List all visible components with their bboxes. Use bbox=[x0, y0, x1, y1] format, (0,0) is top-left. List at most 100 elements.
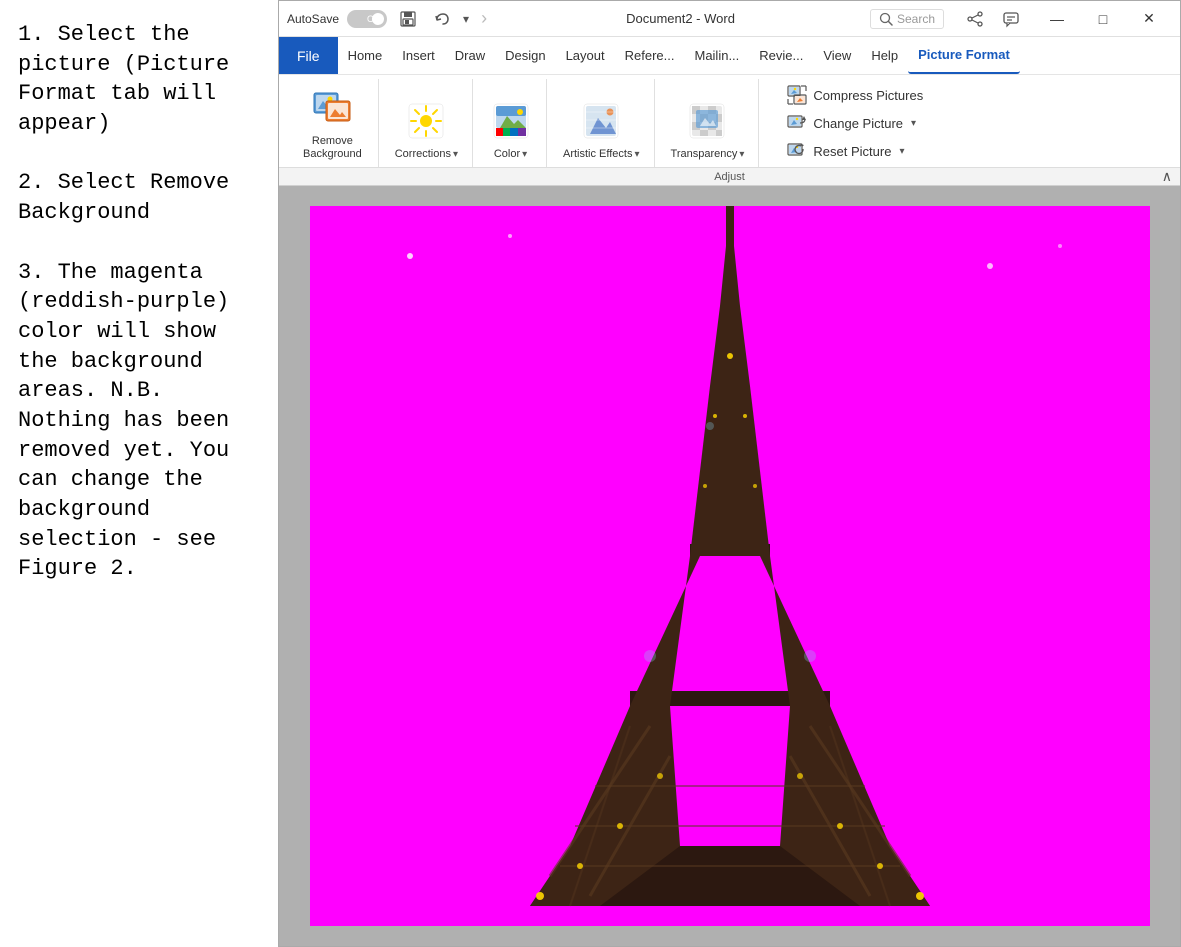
transparency-dropdown-row: Transparency ▾ bbox=[671, 148, 745, 161]
autosave-label: AutoSave bbox=[287, 12, 339, 26]
help-menu[interactable]: Help bbox=[861, 37, 908, 74]
corrections-group: Corrections ▾ bbox=[381, 79, 473, 167]
compress-pictures-icon bbox=[787, 85, 807, 105]
transparency-svg bbox=[688, 102, 726, 140]
word-window: AutoSave Off ▾ › Document2 - Word bbox=[278, 0, 1181, 947]
artistic-effects-icon bbox=[582, 102, 620, 145]
color-dropdown-arrow: ▾ bbox=[522, 149, 527, 160]
reset-picture-arrow: ▾ bbox=[899, 146, 904, 157]
remove-background-button[interactable]: Remove Background bbox=[295, 83, 370, 165]
corrections-button[interactable]: Corrections ▾ bbox=[389, 98, 464, 165]
remove-background-label: Remove Background bbox=[303, 135, 362, 161]
corrections-dropdown-arrow: ▾ bbox=[453, 149, 458, 160]
ribbon-toolbar: Remove Background bbox=[279, 75, 1180, 167]
menu-bar: File Home Insert Draw Design Layout Refe… bbox=[279, 37, 1180, 75]
design-menu[interactable]: Design bbox=[495, 37, 555, 74]
right-ribbon-group: Compress Pictures Change Picture ▾ bbox=[771, 79, 939, 167]
close-button[interactable]: ✕ bbox=[1126, 1, 1172, 37]
corrections-label: Corrections bbox=[395, 148, 451, 161]
transparency-button[interactable]: Transparency ▾ bbox=[665, 98, 751, 165]
collapse-btn-container: ∧ bbox=[877, 168, 1172, 185]
ribbon-section-label: Adjust bbox=[582, 171, 877, 183]
ribbon-buttons: Artistic Effects ▾ bbox=[557, 81, 646, 165]
autosave-toggle[interactable]: Off bbox=[347, 10, 387, 28]
corrections-svg bbox=[407, 102, 445, 140]
color-svg bbox=[492, 102, 530, 140]
window-controls: — □ ✕ bbox=[1034, 1, 1172, 37]
search-icon bbox=[879, 12, 893, 26]
transparency-group: Transparency ▾ bbox=[657, 79, 760, 167]
undo-dropdown[interactable]: ▾ bbox=[463, 12, 469, 26]
ribbon-collapse-bar: Adjust ∧ bbox=[279, 167, 1180, 185]
instruction-panel: 1. Select the picture (Picture Format ta… bbox=[0, 0, 278, 947]
doc-page bbox=[310, 206, 1150, 926]
view-menu[interactable]: View bbox=[813, 37, 861, 74]
draw-menu[interactable]: Draw bbox=[445, 37, 495, 74]
change-picture-button[interactable]: Change Picture ▾ bbox=[783, 111, 927, 135]
undo-button[interactable] bbox=[429, 6, 455, 32]
color-button[interactable]: Color ▾ bbox=[483, 98, 538, 165]
eiffel-tower-svg bbox=[310, 206, 1150, 926]
home-menu[interactable]: Home bbox=[338, 37, 393, 74]
remove-background-svg bbox=[312, 87, 352, 127]
transparency-icon bbox=[688, 102, 726, 145]
ribbon: File Home Insert Draw Design Layout Refe… bbox=[279, 37, 1180, 186]
mailings-menu[interactable]: Mailin... bbox=[684, 37, 749, 74]
toggle-knob bbox=[372, 13, 384, 25]
collapse-button[interactable]: ∧ bbox=[1162, 168, 1172, 185]
change-picture-arrow: ▾ bbox=[911, 118, 916, 129]
compress-pictures-button[interactable]: Compress Pictures bbox=[783, 83, 927, 107]
reset-picture-button[interactable]: Reset Picture ▾ bbox=[783, 139, 927, 163]
step-3: 3. The magenta (reddish-purple) color wi… bbox=[18, 258, 260, 585]
undo-icon bbox=[434, 11, 450, 27]
doc-title: Document2 - Word bbox=[499, 11, 862, 26]
corrections-icon bbox=[407, 102, 445, 145]
color-group: Color ▾ bbox=[475, 79, 547, 167]
references-menu[interactable]: Refere... bbox=[615, 37, 685, 74]
color-dropdown-row: Color ▾ bbox=[494, 148, 527, 161]
insert-menu[interactable]: Insert bbox=[392, 37, 445, 74]
separator: › bbox=[481, 8, 487, 29]
search-box[interactable]: Search bbox=[870, 9, 944, 29]
color-label: Color bbox=[494, 148, 520, 161]
ribbon-spacer bbox=[761, 79, 769, 167]
ribbon-buttons: Remove Background bbox=[295, 81, 370, 165]
color-icon bbox=[492, 102, 530, 145]
artistic-svg bbox=[582, 102, 620, 140]
image-container bbox=[310, 206, 1150, 926]
ribbon-buttons: Color ▾ bbox=[483, 81, 538, 165]
compress-pictures-label: Compress Pictures bbox=[813, 88, 923, 103]
reset-picture-label: Reset Picture bbox=[813, 144, 891, 159]
title-bar: AutoSave Off ▾ › Document2 - Word bbox=[279, 1, 1180, 37]
picture-format-menu[interactable]: Picture Format bbox=[908, 37, 1020, 74]
corrections-dropdown-row: Corrections ▾ bbox=[395, 148, 458, 161]
maximize-button[interactable]: □ bbox=[1080, 1, 1126, 37]
remove-background-group: Remove Background bbox=[287, 79, 379, 167]
doc-content bbox=[279, 186, 1180, 946]
artistic-effects-label: Artistic Effects bbox=[563, 148, 632, 161]
search-placeholder: Search bbox=[897, 12, 935, 26]
remove-background-icon bbox=[312, 87, 352, 132]
ribbon-buttons: Corrections ▾ bbox=[389, 81, 464, 165]
reset-picture-icon bbox=[787, 141, 807, 161]
comment-icon bbox=[1002, 10, 1020, 28]
change-picture-icon bbox=[787, 113, 807, 133]
layout-menu[interactable]: Layout bbox=[556, 37, 615, 74]
save-icon bbox=[400, 11, 416, 27]
share-area bbox=[960, 4, 1026, 34]
change-picture-label: Change Picture bbox=[813, 116, 903, 131]
transparency-label: Transparency bbox=[671, 148, 738, 161]
step-1: 1. Select the picture (Picture Format ta… bbox=[18, 20, 260, 139]
file-menu[interactable]: File bbox=[279, 37, 338, 74]
review-menu[interactable]: Revie... bbox=[749, 37, 813, 74]
minimize-button[interactable]: — bbox=[1034, 1, 1080, 37]
save-button[interactable] bbox=[395, 6, 421, 32]
share-icon bbox=[966, 10, 984, 28]
transparency-dropdown-arrow: ▾ bbox=[739, 149, 744, 160]
step-2: 2. Select Remove Background bbox=[18, 168, 260, 227]
share-button[interactable] bbox=[960, 4, 990, 34]
artistic-effects-group: Artistic Effects ▾ bbox=[549, 79, 655, 167]
artistic-effects-dropdown-arrow: ▾ bbox=[634, 149, 639, 160]
artistic-effects-button[interactable]: Artistic Effects ▾ bbox=[557, 98, 646, 165]
comments-button[interactable] bbox=[996, 4, 1026, 34]
